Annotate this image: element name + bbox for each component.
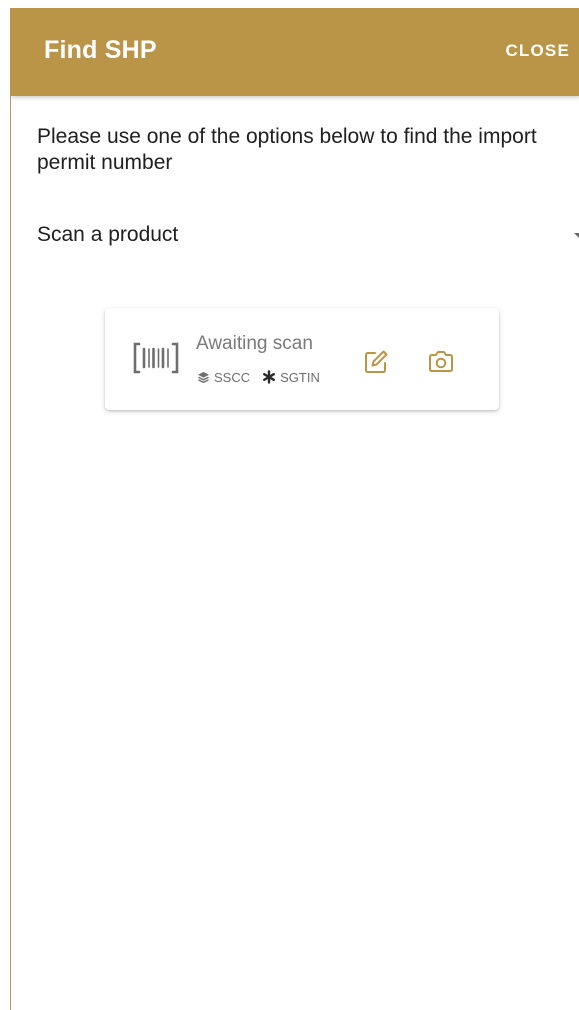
code-type-sscc: SSCC	[197, 370, 250, 385]
lookup-method-select[interactable]: Scan a product	[37, 218, 579, 254]
edit-icon[interactable]	[363, 349, 389, 375]
dialog-header: Find SHP CLOSE	[11, 8, 579, 96]
lookup-method-value: Scan a product	[37, 223, 179, 246]
scan-card: Awaiting scan SSCC SGTIN	[105, 308, 499, 410]
code-type-label: SSCC	[214, 369, 251, 385]
code-type-sgtin: SGTIN	[262, 370, 320, 385]
barcode-scan-icon	[133, 342, 179, 374]
camera-icon[interactable]	[427, 349, 455, 375]
page-title: Find SHP	[44, 36, 157, 64]
layers-icon	[198, 371, 209, 383]
code-type-list: SSCC SGTIN	[197, 368, 332, 386]
dialog: Find SHP CLOSE Please use one of the opt…	[10, 8, 579, 1010]
asterisk-icon	[263, 370, 276, 384]
scan-status: Awaiting scan	[196, 333, 313, 354]
code-type-label: SGTIN	[280, 369, 320, 385]
dropdown-arrow-icon	[574, 233, 579, 239]
close-button[interactable]: CLOSE	[505, 41, 570, 61]
instruction-text: Please use one of the options below to f…	[37, 125, 537, 174]
